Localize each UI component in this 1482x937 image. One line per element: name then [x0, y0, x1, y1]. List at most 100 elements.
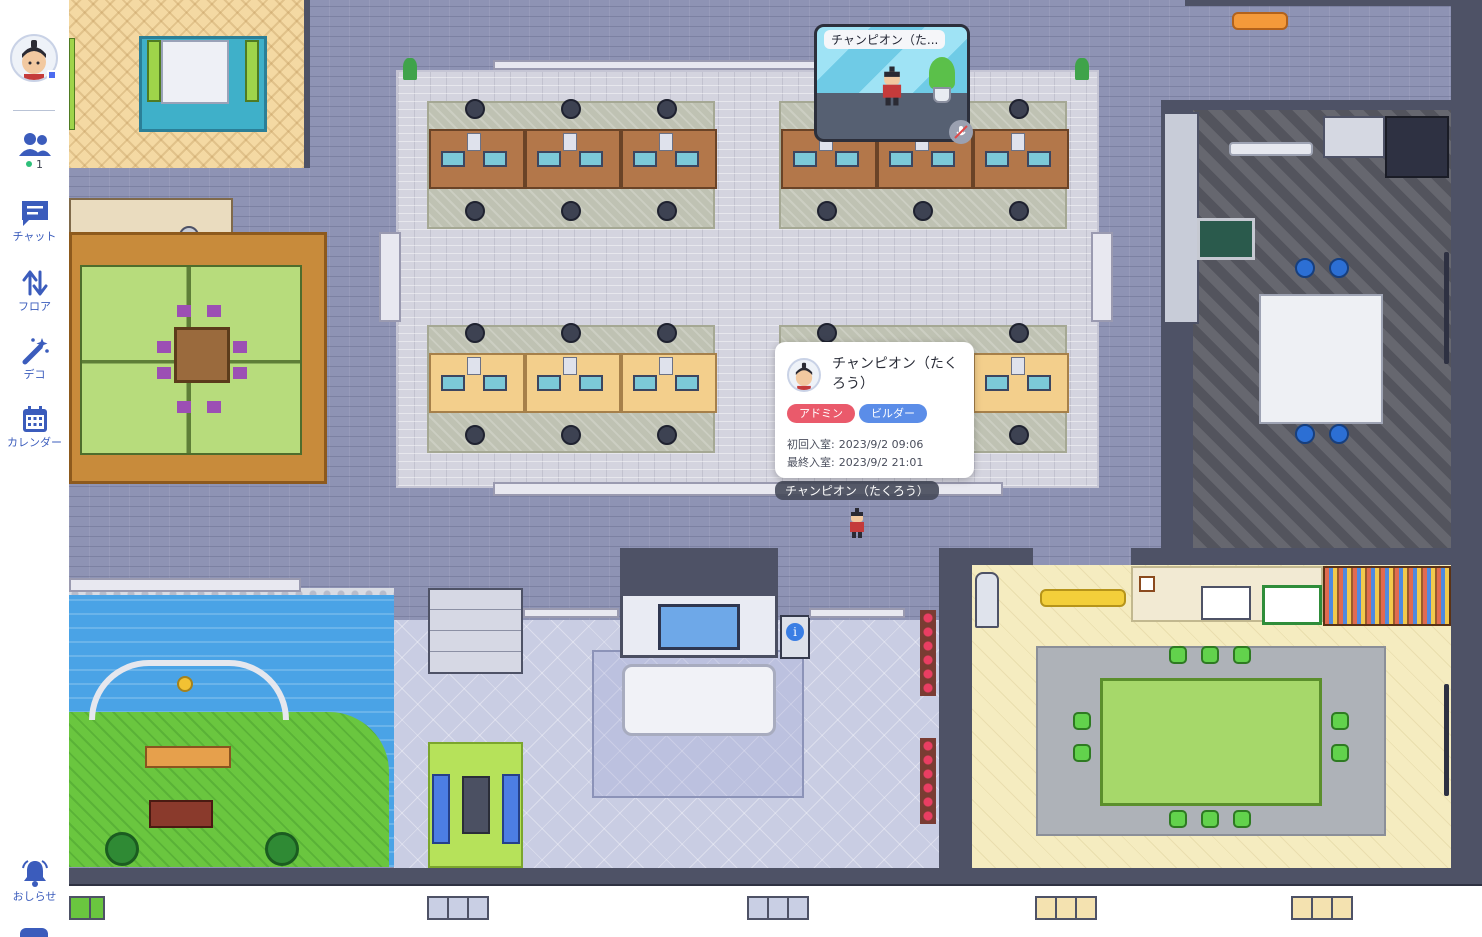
reception-display[interactable]: [658, 604, 740, 650]
virtual-office-app: 1 チャット フロア デコ カレンダー おしらせ i チャンピオン（た... チ…: [0, 0, 1482, 937]
bell-ornament-icon: [177, 676, 193, 692]
railing: [523, 608, 619, 618]
workstation[interactable]: [973, 129, 1069, 189]
chair: [1329, 258, 1349, 278]
last-entry-label: 最終入室:: [787, 456, 835, 469]
first-entry: 初回入室: 2023/9/2 09:06: [787, 436, 923, 452]
sidebar-item-label: カレンダー: [7, 436, 62, 449]
railing: [379, 232, 401, 322]
wall: [1451, 0, 1482, 884]
workstation[interactable]: [525, 353, 621, 413]
online-count: 1: [0, 158, 69, 171]
sidebar-item-chat[interactable]: チャット: [0, 198, 69, 244]
presentation-board: [1201, 586, 1251, 620]
sidebar-item-deco[interactable]: デコ: [0, 336, 69, 382]
chair: [1331, 744, 1349, 762]
wall: [304, 0, 310, 168]
wall: [939, 548, 969, 868]
locker: [428, 588, 523, 674]
last-entry-value: 2023/9/2 21:01: [838, 456, 924, 469]
info-board[interactable]: i: [780, 615, 810, 659]
video-tile[interactable]: チャンピオン（た...: [814, 24, 970, 142]
desk: [161, 40, 229, 104]
scrollbar[interactable]: [1444, 684, 1449, 796]
vending-machine: [1385, 116, 1449, 178]
chair: [1295, 258, 1315, 278]
chair: [1331, 712, 1349, 730]
water-server: [975, 572, 999, 628]
window: [427, 896, 489, 920]
role-tag-builder: ビルダー: [859, 404, 927, 423]
profile-name: チャンピオン（たくろう）: [832, 356, 958, 392]
scrollbar[interactable]: [1444, 252, 1449, 364]
user-avatar-sprite[interactable]: [847, 508, 867, 538]
window: [1291, 896, 1353, 920]
waiting-area-mat: [428, 742, 523, 868]
user-profile-card[interactable]: チャンピオン（たくろう） アドミン ビルダー 初回入室: 2023/9/2 09:…: [775, 342, 974, 478]
plant-icon: [925, 57, 959, 107]
chat-icon: [21, 201, 48, 226]
counter: [1163, 112, 1199, 324]
whiteboard: [1262, 585, 1322, 625]
sidebar-item-members[interactable]: 1: [0, 132, 69, 171]
bell-icon: [21, 860, 48, 887]
wall: [1163, 100, 1453, 110]
plant-icon: [1075, 58, 1089, 80]
mic-off-icon[interactable]: [949, 120, 973, 144]
chair: [1201, 810, 1219, 828]
video-avatar: [882, 66, 902, 106]
wall: [939, 548, 1033, 566]
people-icon: [18, 133, 51, 156]
info-icon: i: [786, 623, 804, 641]
window: [1035, 896, 1097, 920]
magic-wand-icon: [22, 338, 49, 365]
sidebar-item-calendar[interactable]: カレンダー: [0, 404, 69, 450]
conference-table[interactable]: [1100, 678, 1322, 806]
sofa: [245, 40, 259, 102]
desk-island: [427, 99, 717, 229]
first-entry-value: 2023/9/2 09:06: [838, 438, 924, 451]
floor-switch-icon: [22, 270, 47, 296]
wall: [1131, 548, 1451, 566]
workstation[interactable]: [525, 129, 621, 189]
chair: [1233, 646, 1251, 664]
chair: [1201, 646, 1219, 664]
meeting-table[interactable]: [1259, 294, 1383, 424]
flower-planter: [920, 738, 936, 824]
settings-icon[interactable]: [20, 928, 48, 937]
plant-icon: [403, 58, 417, 80]
reception-desk[interactable]: [622, 664, 776, 736]
japanese-room: [69, 232, 327, 484]
avatar-name-label: チャンピオン（たくろう）: [775, 481, 939, 500]
sidebar: 1 チャット フロア デコ カレンダー おしらせ: [0, 0, 69, 937]
workstation[interactable]: [429, 129, 525, 189]
status-indicator: [47, 70, 57, 80]
workstation[interactable]: [621, 129, 717, 189]
kitchen-counter: [1323, 116, 1385, 158]
cushion-set: [157, 305, 247, 413]
sidebar-item-label: おしらせ: [12, 890, 57, 903]
online-count-value: 1: [36, 158, 43, 171]
sidebar-item-label: デコ: [23, 368, 46, 381]
desk-island: [427, 323, 717, 453]
railing: [1091, 232, 1113, 322]
orange-marker: [1232, 12, 1288, 30]
park-bench[interactable]: [145, 746, 231, 768]
flower-bed: [149, 800, 213, 828]
workstation[interactable]: [621, 353, 717, 413]
window: [69, 896, 105, 920]
sidebar-item-notifications[interactable]: おしらせ: [0, 858, 69, 904]
chair: [1233, 810, 1251, 828]
sidebar-item-label: チャット: [12, 230, 57, 243]
flower-planter: [920, 610, 936, 696]
chair: [1329, 424, 1349, 444]
blackboard: [1197, 218, 1255, 260]
workstation[interactable]: [973, 353, 1069, 413]
wall: [620, 548, 778, 596]
railing: [809, 608, 905, 618]
sofa: [69, 38, 75, 130]
window: [747, 896, 809, 920]
workstation[interactable]: [429, 353, 525, 413]
sofa: [147, 40, 161, 102]
sidebar-item-floor[interactable]: フロア: [0, 268, 69, 314]
